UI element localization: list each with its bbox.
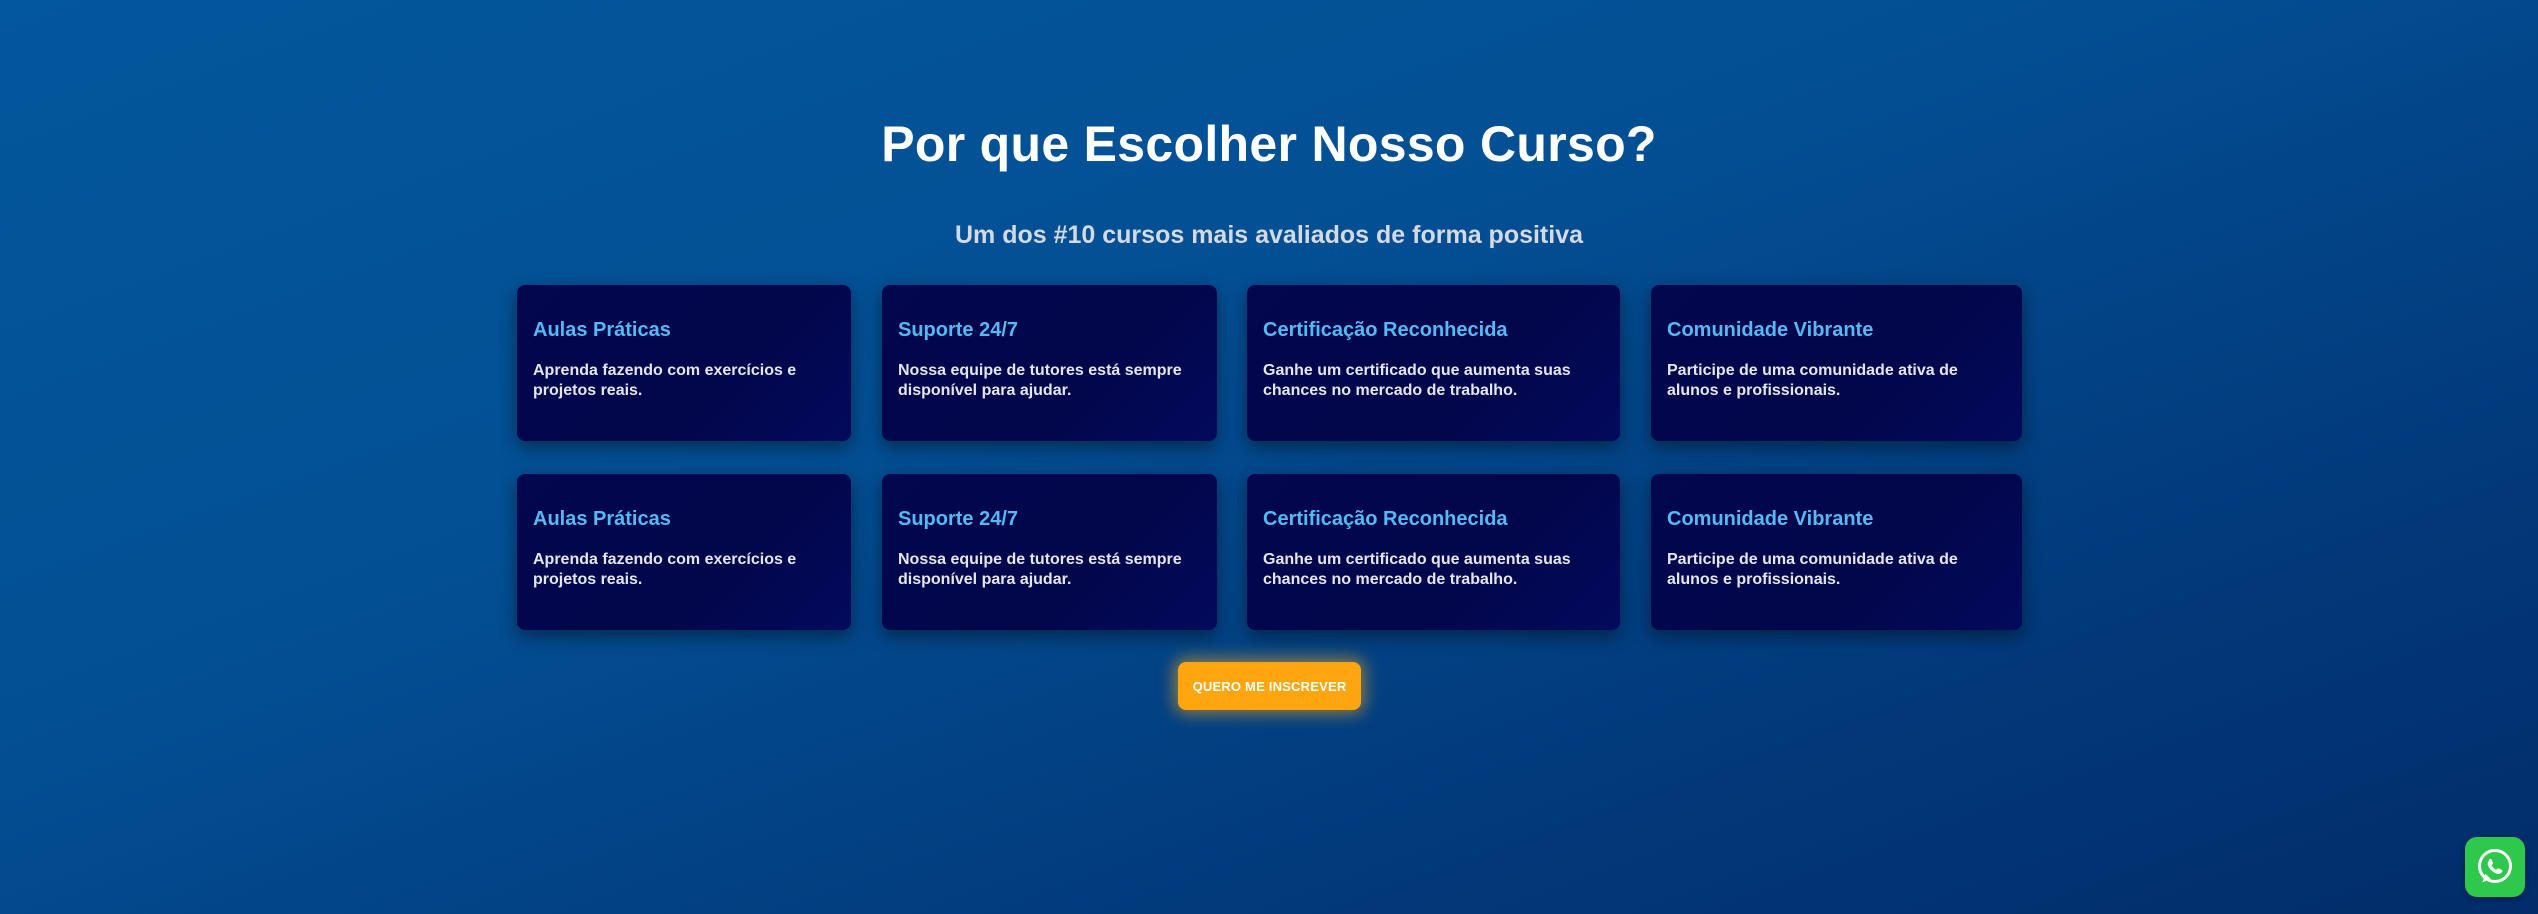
feature-card-title: Suporte 24/7: [898, 319, 1019, 341]
feature-card-title: Certificação Reconhecida: [1263, 319, 1508, 341]
feature-card: Certificação Reconhecida Ganhe um certif…: [1247, 285, 1620, 441]
feature-card-text: Participe de uma comunidade ativa de alu…: [1667, 362, 1958, 399]
feature-card-text: Nossa equipe de tutores está sempre disp…: [898, 362, 1182, 399]
section-title: Por que Escolher Nosso Curso?: [881, 116, 1657, 172]
feature-card-title: Comunidade Vibrante: [1667, 508, 1874, 530]
feature-card-text: Nossa equipe de tutores está sempre disp…: [898, 551, 1182, 588]
feature-card: Suporte 24/7 Nossa equipe de tutores est…: [882, 474, 1217, 630]
feature-card-text: Ganhe um certificado que aumenta suas ch…: [1263, 362, 1571, 399]
feature-card-title: Suporte 24/7: [898, 508, 1019, 530]
feature-card-title: Certificação Reconhecida: [1263, 508, 1508, 530]
feature-card-text: Participe de uma comunidade ativa de alu…: [1667, 551, 1958, 588]
feature-card: Aulas Práticas Aprenda fazendo com exerc…: [517, 285, 851, 441]
feature-card: Comunidade Vibrante Participe de uma com…: [1651, 285, 2022, 441]
why-choose-section: Por que Escolher Nosso Curso? Um dos #10…: [0, 0, 2538, 914]
whatsapp-button[interactable]: [2465, 837, 2525, 897]
enroll-button[interactable]: QUERO ME INSCREVER: [1178, 662, 1361, 710]
feature-card: Certificação Reconhecida Ganhe um certif…: [1247, 474, 1620, 630]
feature-card-title: Comunidade Vibrante: [1667, 319, 1874, 341]
whatsapp-icon: [2478, 849, 2512, 883]
feature-card: Suporte 24/7 Nossa equipe de tutores est…: [882, 285, 1217, 441]
feature-card: Comunidade Vibrante Participe de uma com…: [1651, 474, 2022, 630]
feature-card-text: Aprenda fazendo com exercícios e projeto…: [533, 362, 797, 399]
feature-card-text: Aprenda fazendo com exercícios e projeto…: [533, 551, 797, 588]
section-subtitle: Um dos #10 cursos mais avaliados de form…: [954, 221, 1584, 249]
feature-card-title: Aulas Práticas: [533, 508, 671, 530]
feature-card-text: Ganhe um certificado que aumenta suas ch…: [1263, 551, 1571, 588]
feature-card: Aulas Práticas Aprenda fazendo com exerc…: [517, 474, 851, 630]
feature-card-title: Aulas Práticas: [533, 319, 671, 341]
